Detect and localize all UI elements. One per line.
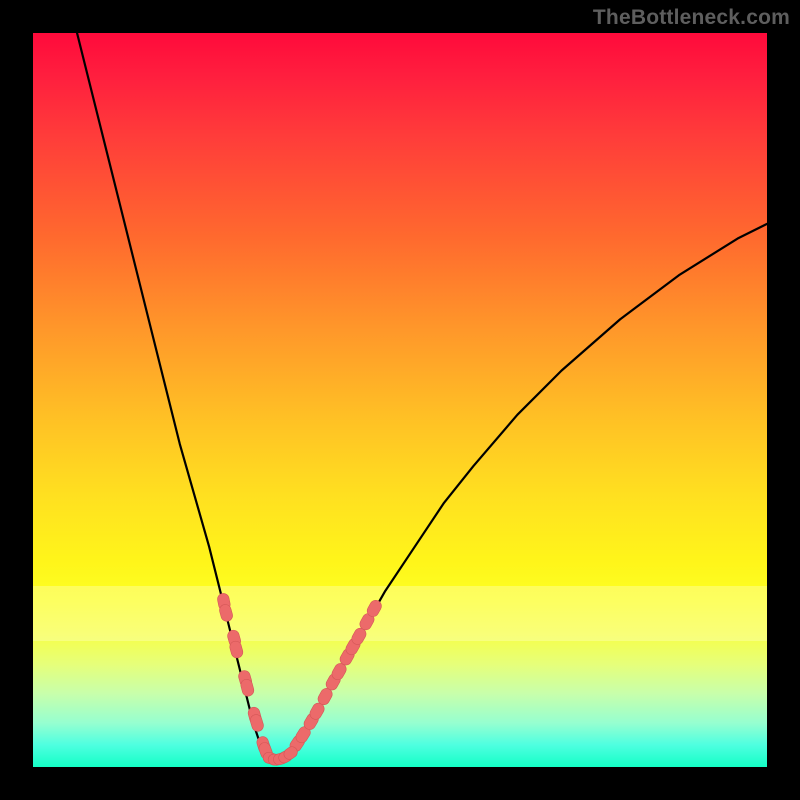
chart-stage: TheBottleneck.com <box>0 0 800 800</box>
chart-svg <box>33 33 767 767</box>
plot-area <box>33 33 767 767</box>
bottleneck-curve <box>77 33 767 760</box>
marker-layer <box>216 592 383 766</box>
watermark-text: TheBottleneck.com <box>593 6 790 30</box>
